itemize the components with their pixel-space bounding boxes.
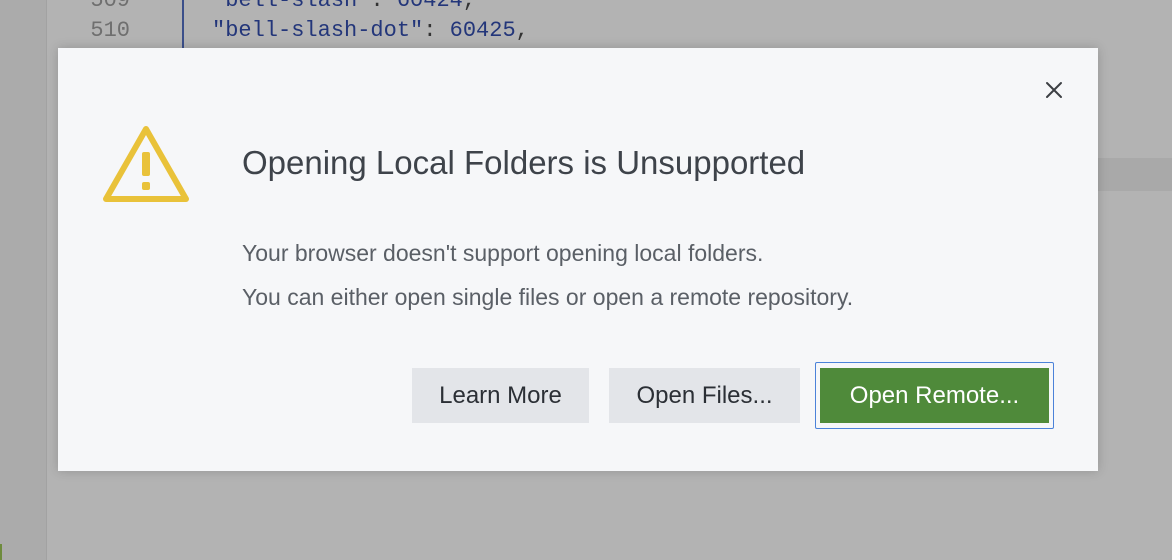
- activity-bar: [0, 0, 47, 560]
- code-text: "bell-slash-dot": 60425,: [212, 18, 529, 43]
- code-text: "bell-slash": 60424,: [212, 0, 477, 13]
- dialog-title: Opening Local Folders is Unsupported: [242, 144, 806, 181]
- learn-more-button[interactable]: Learn More: [412, 368, 589, 423]
- close-button[interactable]: [1040, 76, 1068, 104]
- warning-icon: [103, 126, 189, 202]
- line-number: 510: [90, 18, 130, 43]
- line-number: 509: [90, 0, 130, 13]
- code-line: 510 "bell-slash-dot": 60425,: [46, 16, 646, 46]
- current-line-highlight: [1098, 158, 1172, 191]
- close-icon: [1046, 82, 1062, 98]
- unsupported-dialog: Opening Local Folders is Unsupported You…: [58, 48, 1098, 471]
- open-remote-button[interactable]: Open Remote...: [820, 368, 1049, 423]
- dialog-message-line: Your browser doesn't support opening loc…: [242, 240, 764, 266]
- activity-indicator: [0, 544, 2, 560]
- code-line: 509 "bell-slash": 60424,: [46, 0, 646, 16]
- open-files-button[interactable]: Open Files...: [609, 368, 800, 423]
- dialog-message-line: You can either open single files or open…: [242, 284, 854, 310]
